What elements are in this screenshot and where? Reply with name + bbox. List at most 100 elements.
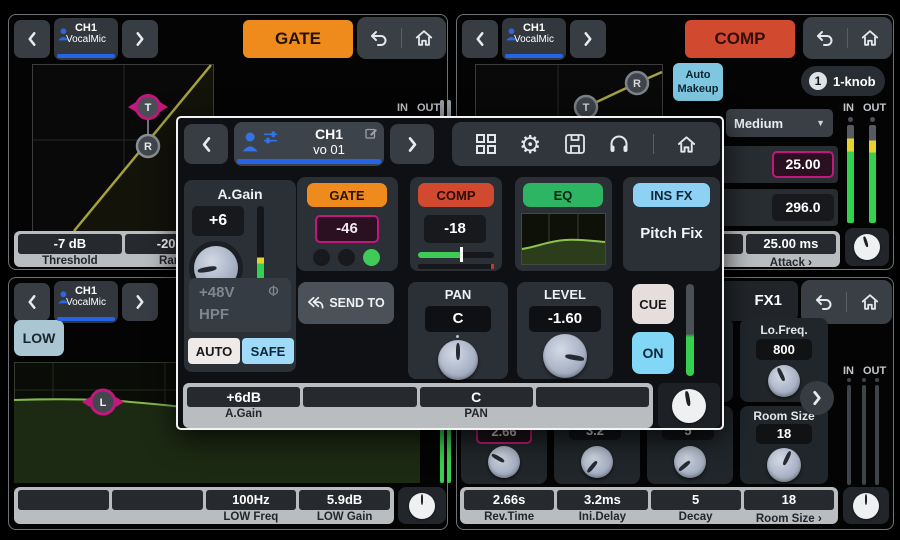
one-knob-button[interactable]: 1 1-knob xyxy=(801,66,885,96)
comp-out-track xyxy=(418,264,494,269)
mixer-screen: CH1 VocalMic GATE R T IN OUT -7 dBThre xyxy=(0,0,900,540)
gate-threshold-value[interactable]: -46 xyxy=(315,215,379,243)
eq-button[interactable]: EQ xyxy=(523,183,603,207)
cue-button[interactable]: CUE xyxy=(632,284,674,324)
comp-toolbar xyxy=(803,17,892,59)
comp-block[interactable]: COMP -18 xyxy=(410,177,502,271)
comp-threshold-value[interactable]: -18 xyxy=(424,215,486,243)
one-knob-badge-icon: 1 xyxy=(809,72,827,90)
param-cell[interactable]: 100HzLOW Freq xyxy=(206,490,297,523)
gate-open-led xyxy=(363,249,380,266)
again-value[interactable]: +6 xyxy=(192,206,244,236)
home-icon[interactable] xyxy=(860,292,880,312)
comp-threshold-handle[interactable]: T xyxy=(575,96,597,118)
param-cell[interactable] xyxy=(112,490,203,511)
touch-knob-button[interactable] xyxy=(845,228,889,266)
roomsize-knob[interactable] xyxy=(767,448,801,482)
next-channel-button[interactable] xyxy=(122,20,158,58)
param-cell[interactable]: 5.9dBLOW Gain xyxy=(299,490,390,523)
param-cell[interactable]: 3.2msIni.Delay xyxy=(557,490,647,523)
undo-icon[interactable] xyxy=(369,30,389,47)
gate-led xyxy=(338,249,355,266)
fx-out-meter-r xyxy=(875,385,879,485)
inidelay-knob[interactable] xyxy=(581,446,613,478)
prev-channel-button[interactable] xyxy=(184,124,228,164)
decay-knob[interactable] xyxy=(674,446,706,478)
svg-text:R: R xyxy=(633,78,641,90)
input-options-panel[interactable]: +48V Φ HPF xyxy=(189,278,291,332)
undo-icon[interactable] xyxy=(815,30,835,47)
home-icon[interactable] xyxy=(676,134,697,155)
revtime-knob[interactable] xyxy=(488,446,520,478)
param-cell[interactable]: 2.66sRev.Time xyxy=(464,490,554,523)
eq-low-band-button[interactable]: LOW xyxy=(14,320,64,356)
level-value[interactable]: -1.60 xyxy=(529,306,601,332)
comp-param-value[interactable]: 296.0 xyxy=(772,194,834,221)
fx-out-meter-l xyxy=(862,385,866,485)
home-icon[interactable] xyxy=(860,28,880,48)
channel-select-button[interactable]: CH1 VocalMic xyxy=(54,18,118,60)
param-cell[interactable]: +6dBA.Gain xyxy=(187,387,300,420)
channel-select-button[interactable]: CH1 VocalMic xyxy=(502,18,566,60)
param-value[interactable]: 800 xyxy=(756,339,812,360)
param-cell[interactable] xyxy=(18,490,109,511)
param-cell[interactable] xyxy=(303,387,416,408)
auto-makeup-button[interactable]: AutoMakeup xyxy=(673,63,723,101)
param-cell[interactable] xyxy=(536,387,649,408)
out-meter-peak-dot xyxy=(870,117,875,122)
dropdown-arrow-icon: ▼ xyxy=(816,118,825,128)
level-title: LEVEL xyxy=(517,287,613,302)
param-cell[interactable]: 25.00 msAttack › xyxy=(746,234,836,269)
views-grid-icon[interactable] xyxy=(475,133,497,155)
param-cell[interactable]: CPAN xyxy=(420,387,533,420)
gate-title-button[interactable]: GATE xyxy=(243,20,353,58)
lofreq-knob[interactable] xyxy=(768,365,800,397)
eq-block[interactable]: EQ xyxy=(515,177,612,271)
insfx-block[interactable]: INS FX Pitch Fix xyxy=(623,177,720,271)
gate-button[interactable]: GATE xyxy=(307,183,387,207)
channel-select-button[interactable]: CH1 vo 01 xyxy=(234,122,384,166)
in-meter-peak-dot xyxy=(848,117,853,122)
next-channel-button[interactable] xyxy=(390,124,434,164)
param-value[interactable]: 18 xyxy=(756,424,812,444)
level-knob[interactable] xyxy=(543,334,587,378)
gate-block[interactable]: GATE -46 xyxy=(297,177,398,271)
channel-select-button[interactable]: CH1 VocalMic xyxy=(54,281,118,323)
next-channel-button[interactable] xyxy=(122,283,158,321)
gear-icon[interactable]: ⚙ xyxy=(519,132,541,157)
channel-label: VocalMic xyxy=(502,34,566,45)
save-icon[interactable] xyxy=(564,133,586,155)
chevron-left-icon xyxy=(200,136,213,153)
pan-knob[interactable] xyxy=(438,340,478,380)
next-channel-button[interactable] xyxy=(570,20,606,58)
comp-button[interactable]: COMP xyxy=(418,183,494,207)
touch-knob-button[interactable] xyxy=(398,487,446,524)
next-params-button[interactable] xyxy=(800,381,834,415)
param-cell[interactable]: 5Decay xyxy=(651,490,741,523)
touch-knob-button[interactable] xyxy=(843,487,889,524)
insfx-button[interactable]: INS FX xyxy=(633,183,710,207)
prev-channel-button[interactable] xyxy=(14,283,50,321)
safe-button[interactable]: SAFE xyxy=(242,338,294,364)
home-icon[interactable] xyxy=(414,28,434,48)
prev-channel-button[interactable] xyxy=(462,20,498,58)
headphones-icon[interactable] xyxy=(608,133,630,155)
gate-range-handle[interactable]: R xyxy=(137,135,159,157)
undo-icon[interactable] xyxy=(814,294,834,311)
touch-knob-button[interactable] xyxy=(658,383,720,428)
param-cell[interactable]: 18Room Size › xyxy=(744,490,834,525)
send-to-button[interactable]: SEND TO xyxy=(298,282,394,324)
eq-thumbnail-graph xyxy=(521,213,606,265)
on-button[interactable]: ON xyxy=(632,332,674,374)
phantom-label: +48V xyxy=(199,284,234,301)
comp-type-dropdown[interactable]: Medium ▼ xyxy=(726,109,833,137)
auto-gain-button[interactable]: AUTO xyxy=(188,338,240,364)
pan-value[interactable]: C xyxy=(425,306,491,332)
comp-param-value-selected[interactable]: 25.00 xyxy=(772,151,834,178)
comp-title-button[interactable]: COMP xyxy=(685,20,795,58)
prev-channel-button[interactable] xyxy=(14,20,50,58)
param-cell[interactable]: -7 dBThreshold xyxy=(18,234,122,267)
overlay-param-strip: +6dBA.Gain CPAN xyxy=(183,383,653,428)
overlay-toolbar: ⚙ xyxy=(452,122,720,166)
comp-ratio-handle[interactable]: R xyxy=(626,72,648,94)
